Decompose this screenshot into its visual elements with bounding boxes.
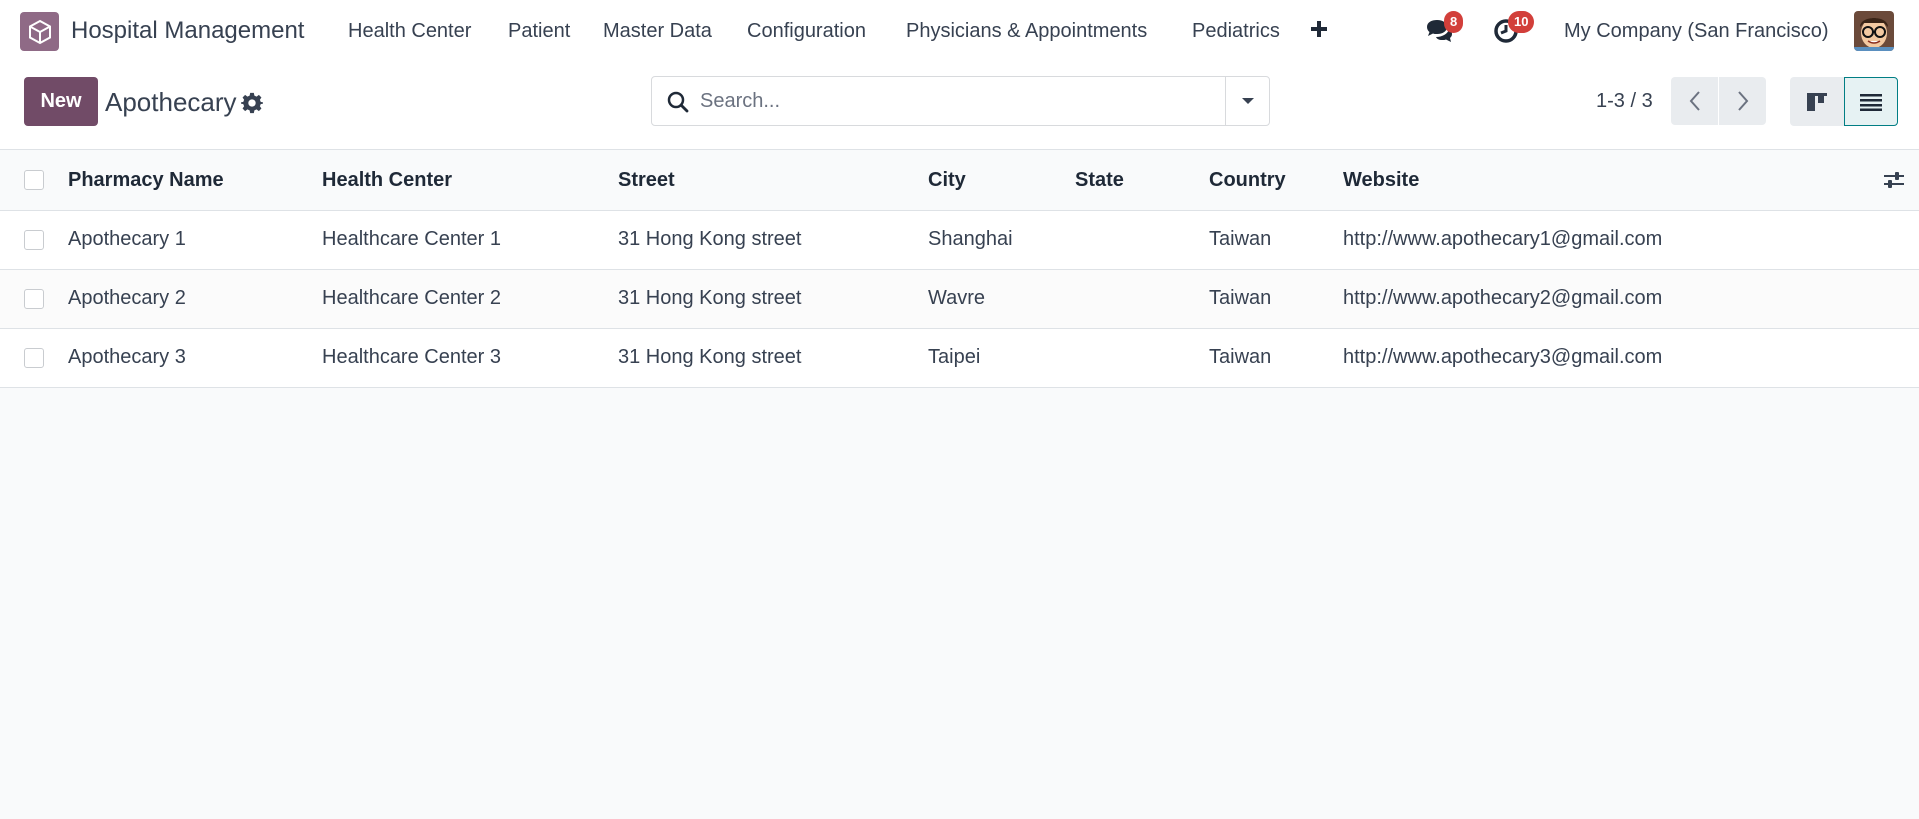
top-navbar: Hospital Management Health Center Patien… <box>0 0 1919 62</box>
column-header-website[interactable]: Website <box>1343 151 1859 211</box>
cell-street: 31 Hong Kong street <box>618 269 928 329</box>
cell-city: Shanghai <box>928 210 1075 270</box>
cell-spacer <box>1859 210 1919 270</box>
cell-street: 31 Hong Kong street <box>618 210 928 270</box>
cell-country: Taiwan <box>1209 210 1343 270</box>
page-title: Apothecary <box>105 87 237 117</box>
row-checkbox[interactable] <box>24 288 44 309</box>
search-options-toggle[interactable] <box>1225 77 1269 125</box>
cell-website: http://www.apothecary3@gmail.com <box>1343 328 1859 388</box>
cell-pharmacy-name: Apothecary 3 <box>68 328 322 388</box>
plus-icon[interactable] <box>1308 18 1330 40</box>
cell-health-center: Healthcare Center 2 <box>322 269 618 329</box>
pager-next-button[interactable] <box>1719 77 1766 125</box>
new-button[interactable]: New <box>24 77 98 126</box>
cell-website: http://www.apothecary2@gmail.com <box>1343 269 1859 329</box>
cell-street: 31 Hong Kong street <box>618 328 928 388</box>
caret-down-icon <box>1241 98 1254 104</box>
activities-count-badge: 10 <box>1508 11 1535 33</box>
chevron-left-icon <box>1689 91 1700 111</box>
cell-city: Wavre <box>928 269 1075 329</box>
list-view-button[interactable] <box>1844 77 1898 126</box>
cell-website: http://www.apothecary1@gmail.com <box>1343 210 1859 270</box>
app-title[interactable]: Hospital Management <box>71 17 304 45</box>
optional-columns-cell <box>1859 151 1919 211</box>
search-input[interactable] <box>700 78 1200 124</box>
table-row[interactable]: Apothecary 2 Healthcare Center 2 31 Hong… <box>0 269 1919 329</box>
sliders-icon[interactable] <box>1883 169 1905 191</box>
row-select-cell <box>0 269 68 329</box>
cell-pharmacy-name: Apothecary 1 <box>68 210 322 270</box>
table-row[interactable]: Apothecary 3 Healthcare Center 3 31 Hong… <box>0 328 1919 388</box>
column-header-country[interactable]: Country <box>1209 151 1343 211</box>
column-header-street[interactable]: Street <box>618 151 928 211</box>
row-select-cell <box>0 328 68 388</box>
cell-spacer <box>1859 269 1919 329</box>
cell-pharmacy-name: Apothecary 2 <box>68 269 322 329</box>
column-header-state[interactable]: State <box>1075 151 1209 211</box>
kanban-icon <box>1807 92 1827 111</box>
gear-icon[interactable] <box>241 92 263 114</box>
messages-count-badge: 8 <box>1444 11 1464 33</box>
select-all-cell <box>0 151 68 211</box>
chevron-right-icon <box>1737 91 1748 111</box>
cell-state <box>1075 269 1209 329</box>
table-header-row: Pharmacy Name Health Center Street City … <box>0 151 1919 211</box>
cell-spacer <box>1859 328 1919 388</box>
row-checkbox[interactable] <box>24 347 44 368</box>
column-header-city[interactable]: City <box>928 151 1075 211</box>
kanban-view-button[interactable] <box>1790 77 1844 126</box>
row-checkbox[interactable] <box>24 229 44 250</box>
menu-pediatrics[interactable]: Pediatrics <box>1192 20 1280 43</box>
column-header-pharmacy-name[interactable]: Pharmacy Name <box>68 151 322 211</box>
table-row[interactable]: Apothecary 1 Healthcare Center 1 31 Hong… <box>0 210 1919 270</box>
menu-master-data[interactable]: Master Data <box>603 20 712 43</box>
cell-health-center: Healthcare Center 1 <box>322 210 618 270</box>
menu-configuration[interactable]: Configuration <box>747 20 866 43</box>
cell-health-center: Healthcare Center 3 <box>322 328 618 388</box>
cell-state <box>1075 210 1209 270</box>
menu-physicians-appointments[interactable]: Physicians & Appointments <box>906 20 1147 43</box>
company-switcher[interactable]: My Company (San Francisco) <box>1564 20 1829 43</box>
cell-country: Taiwan <box>1209 269 1343 329</box>
select-all-checkbox[interactable] <box>24 170 44 191</box>
row-select-cell <box>0 210 68 270</box>
column-header-health-center[interactable]: Health Center <box>322 151 618 211</box>
cell-country: Taiwan <box>1209 328 1343 388</box>
list-icon <box>1860 93 1882 111</box>
cell-state <box>1075 328 1209 388</box>
search-box <box>651 76 1270 126</box>
list-table: Pharmacy Name Health Center Street City … <box>0 151 1919 388</box>
pager-previous-button[interactable] <box>1671 77 1718 125</box>
pager-value[interactable]: 1-3 / 3 <box>1596 90 1653 113</box>
search-icon <box>666 90 690 114</box>
control-panel: New Apothecary 1-3 / 3 <box>0 62 1919 150</box>
menu-health-center[interactable]: Health Center <box>348 20 471 43</box>
user-avatar[interactable] <box>1854 11 1894 51</box>
menu-patient[interactable]: Patient <box>508 20 570 43</box>
app-cube-icon[interactable] <box>20 12 59 51</box>
cell-city: Taipei <box>928 328 1075 388</box>
